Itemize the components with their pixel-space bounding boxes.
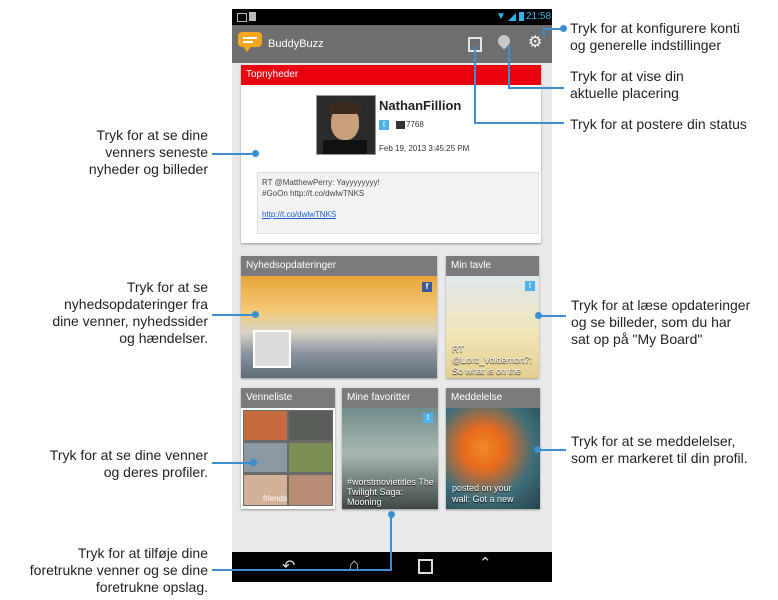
favorites-caption: #worstmovietitles The Twilight Saga: Moo…: [347, 477, 434, 507]
notifications-callout: Tryk for at se meddelelser, som er marker…: [571, 433, 748, 466]
favorites-tile[interactable]: t #worstmovietitles The Twilight Saga: M…: [342, 388, 438, 509]
location-callout: Tryk for at vise din aktuelle placering: [570, 68, 684, 101]
wifi-icon: ▼: [496, 11, 506, 22]
settings-leader-dot: [560, 25, 567, 32]
favorites-leader-v: [390, 515, 392, 571]
friends-leader-dot: [250, 459, 257, 466]
my-board-header: Min tavle: [446, 256, 539, 276]
post-callout: Tryk for at postere din status: [570, 116, 747, 132]
friends-list-header: Venneliste: [241, 388, 335, 408]
tweet-link[interactable]: http://t.co/dwlwTNKS: [262, 210, 336, 219]
follower-count: 7768: [406, 120, 424, 129]
post-timestamp: Feb 19, 2013 3:45:25 PM: [379, 144, 470, 153]
location-leader-h: [508, 87, 564, 89]
signal-icon: [508, 13, 516, 21]
status-bar: ▼ 21:58: [232, 9, 552, 25]
post-leader-h: [474, 122, 564, 124]
top-news-card[interactable]: Topnyheder NathanFillion t 7768 Feb 19, …: [241, 65, 541, 243]
board-caption-line2: @Lord_Voldemort7:: [452, 355, 533, 365]
top-news-leader-dot: [252, 150, 259, 157]
notification-caption2: wall: Got a new: [452, 494, 514, 504]
news-updates-tile[interactable]: f Nyhedsopdateringer: [241, 256, 437, 378]
status-time: 21:58: [526, 11, 552, 22]
home-icon[interactable]: ⌂: [349, 555, 359, 575]
favorites-header: Mine favoritter: [342, 388, 438, 408]
file-icon: [249, 12, 256, 21]
top-news-callout: Tryk for at se dine venners seneste nyhede…: [88, 127, 208, 177]
my-board-leader: [540, 315, 566, 317]
board-caption-line1: RT: [452, 344, 464, 354]
news-updates-header: Nyhedsopdateringer: [241, 256, 437, 276]
favorites-callout: Tryk for at tilføje dine foretrukne venne…: [29, 545, 208, 595]
action-bar: BuddyBuzz ⚙: [232, 25, 552, 63]
avatar[interactable]: [316, 95, 376, 155]
recent-apps-icon[interactable]: [418, 559, 433, 574]
user-name[interactable]: NathanFillion: [379, 98, 461, 113]
top-news-leader: [212, 153, 256, 155]
board-caption-line3: So what is on the: [452, 366, 522, 376]
tablet-screen: ▼ 21:58 BuddyBuzz ⚙ Topnyheder NathanFil…: [232, 9, 552, 582]
screenshot-icon: [237, 13, 247, 22]
location-leader-v: [508, 46, 510, 88]
twitter-icon: t: [525, 281, 535, 291]
notifications-leader: [539, 449, 566, 451]
favorites-leader-h: [212, 569, 392, 571]
news-updates-leader: [212, 314, 256, 316]
back-icon[interactable]: ↶: [282, 556, 295, 576]
friend-photo-grid: [243, 410, 333, 506]
notification-tile[interactable]: posted on your wall: Got a new Meddelels…: [446, 388, 540, 509]
my-board-tile[interactable]: t RT @Lord_Voldemort7: So what is on the…: [446, 256, 539, 378]
buddybuzz-logo-icon[interactable]: [238, 32, 262, 52]
battery-icon: [519, 12, 524, 21]
notification-caption1: posted on your: [452, 483, 512, 493]
navigation-bar: ↶ ⌂ ⌃: [232, 552, 552, 582]
followers-icon: [396, 121, 405, 129]
top-news-header: Topnyheder: [241, 65, 541, 85]
post-leader-v: [474, 46, 476, 123]
app-title: BuddyBuzz: [268, 38, 324, 50]
settings-callout: Tryk for at konfigurere konti og generell…: [570, 20, 740, 53]
my-board-callout: Tryk for at læse opdateringer og se bille…: [571, 297, 751, 347]
gear-icon[interactable]: ⚙: [528, 35, 542, 51]
notification-header: Meddelelse: [446, 388, 540, 408]
tweet-box[interactable]: RT @MatthewPerry: Yayyyyyyyy! #GoOn http…: [257, 172, 539, 234]
chevron-up-icon[interactable]: ⌃: [479, 554, 492, 572]
facebook-icon: f: [422, 282, 432, 292]
tweet-text-line1: RT @MatthewPerry: Yayyyyyyyy!: [262, 178, 380, 187]
news-updates-callout: Tryk for at se nyhedsopdateringer fra dine…: [52, 279, 208, 346]
friends-leader: [212, 462, 254, 464]
twitter-icon: t: [379, 120, 389, 130]
friends-list-tile[interactable]: friends Venneliste: [241, 388, 335, 509]
friends-callout: Tryk for at se dine venner og deres profi…: [49, 447, 208, 480]
news-updates-leader-dot: [252, 311, 259, 318]
tweet-text-line2: #GoOn http://t.co/dwlwTNKS: [262, 189, 365, 198]
friends-caption: friends: [263, 494, 288, 503]
twitter-icon: t: [423, 413, 433, 423]
thumbnail-photo: [253, 330, 291, 368]
